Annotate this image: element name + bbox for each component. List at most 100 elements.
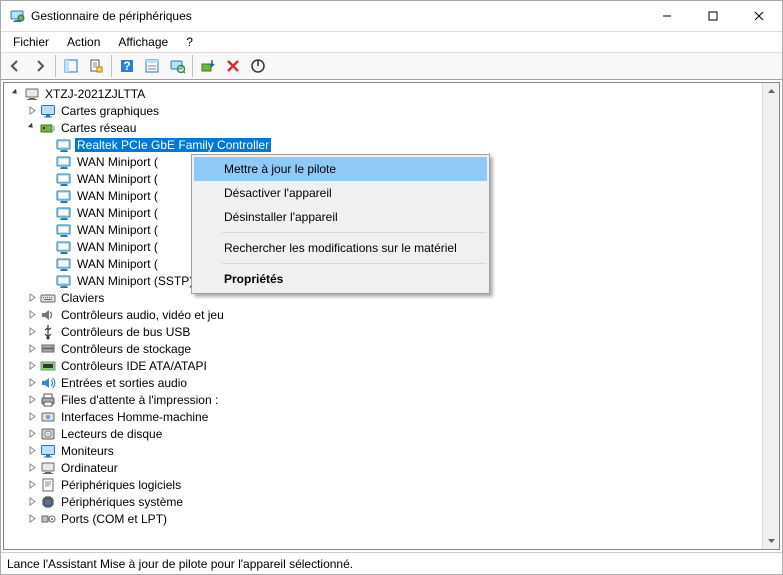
expander-closed-icon[interactable]: [24, 103, 40, 119]
menu-view[interactable]: Affichage: [110, 34, 176, 50]
close-button[interactable]: [736, 1, 782, 31]
software-device-icon: [40, 477, 56, 493]
vertical-scrollbar[interactable]: [762, 83, 779, 549]
toolbar: ?: [1, 52, 782, 80]
ctx-update-driver[interactable]: Mettre à jour le pilote: [194, 157, 487, 181]
ctx-item-label: Désactiver l'appareil: [224, 186, 332, 200]
tree-category-software-devices[interactable]: Périphériques logiciels: [4, 476, 762, 493]
window: Gestionnaire de périphériques Fichier Ac…: [0, 0, 783, 575]
properties-button[interactable]: [84, 54, 108, 78]
tree-device-realtek[interactable]: Realtek PCIe GbE Family Controller: [4, 136, 762, 153]
expander-open-icon[interactable]: [8, 86, 24, 102]
ctx-uninstall-device[interactable]: Désinstaller l'appareil: [194, 205, 487, 229]
expander-closed-icon[interactable]: [24, 494, 40, 510]
tree-category-network[interactable]: Cartes réseau: [4, 119, 762, 136]
tree-label: WAN Miniport (: [75, 223, 160, 237]
tree-label: WAN Miniport (: [75, 172, 160, 186]
tree-category-monitors[interactable]: Moniteurs: [4, 442, 762, 459]
titlebar: Gestionnaire de périphériques: [1, 1, 782, 32]
nic-icon: [56, 222, 72, 238]
tree-label: WAN Miniport (: [75, 240, 160, 254]
ctx-disable-device[interactable]: Désactiver l'appareil: [194, 181, 487, 205]
svg-text:?: ?: [123, 59, 130, 73]
menu-file[interactable]: Fichier: [5, 34, 57, 50]
expander-closed-icon[interactable]: [24, 443, 40, 459]
uninstall-device-button[interactable]: [221, 54, 245, 78]
scroll-up-icon[interactable]: [763, 83, 780, 100]
tree-label: Moniteurs: [59, 444, 116, 458]
expander-closed-icon[interactable]: [24, 307, 40, 323]
menu-action[interactable]: Action: [59, 34, 108, 50]
tree-label: Claviers: [59, 291, 106, 305]
device-tree[interactable]: XTZJ-2021ZJLTTA Cartes graphiques Cartes…: [4, 83, 762, 549]
expander-closed-icon[interactable]: [24, 375, 40, 391]
nic-icon: [56, 273, 72, 289]
scan-hardware-button[interactable]: [165, 54, 189, 78]
tree-category-graphics[interactable]: Cartes graphiques: [4, 102, 762, 119]
nic-icon: [56, 171, 72, 187]
tree-label: Contrôleurs de stockage: [59, 342, 193, 356]
nic-icon: [56, 188, 72, 204]
expander-closed-icon[interactable]: [24, 392, 40, 408]
ide-icon: [40, 358, 56, 374]
expander-closed-icon[interactable]: [24, 290, 40, 306]
ctx-properties[interactable]: Propriétés: [194, 267, 487, 291]
monitor-icon: [40, 443, 56, 459]
forward-button[interactable]: [28, 54, 52, 78]
scroll-down-icon[interactable]: [763, 532, 780, 549]
keyboard-icon: [40, 290, 56, 306]
context-menu: Mettre à jour le pilote Désactiver l'app…: [191, 154, 490, 294]
storage-icon: [40, 341, 56, 357]
tree-label: Files d'attente à l'impression :: [59, 393, 220, 407]
tree-label: Interfaces Homme-machine: [59, 410, 210, 424]
tree-category-usb[interactable]: Contrôleurs de bus USB: [4, 323, 762, 340]
expander-closed-icon[interactable]: [24, 511, 40, 527]
update-driver-button[interactable]: [196, 54, 220, 78]
expander-closed-icon[interactable]: [24, 460, 40, 476]
expander-closed-icon[interactable]: [24, 409, 40, 425]
back-button[interactable]: [3, 54, 27, 78]
tree-category-storage[interactable]: Contrôleurs de stockage: [4, 340, 762, 357]
maximize-button[interactable]: [690, 1, 736, 31]
expander-closed-icon[interactable]: [24, 341, 40, 357]
tree-label: WAN Miniport (: [75, 155, 160, 169]
tree-category-system-devices[interactable]: Périphériques système: [4, 493, 762, 510]
tree-category-audio-io[interactable]: Entrées et sorties audio: [4, 374, 762, 391]
ctx-item-label: Désinstaller l'appareil: [224, 210, 338, 224]
nic-icon: [56, 205, 72, 221]
menu-help[interactable]: ?: [178, 34, 201, 50]
ctx-scan-hardware[interactable]: Rechercher les modifications sur le maté…: [194, 236, 487, 260]
tree-category-disk-drives[interactable]: Lecteurs de disque: [4, 425, 762, 442]
window-title: Gestionnaire de périphériques: [31, 9, 192, 23]
expander-closed-icon[interactable]: [24, 477, 40, 493]
tree-category-audio-video-game[interactable]: Contrôleurs audio, vidéo et jeu: [4, 306, 762, 323]
tree-root-label: XTZJ-2021ZJLTTA: [43, 87, 147, 101]
disable-device-button[interactable]: [246, 54, 270, 78]
tree-category-print-queues[interactable]: Files d'attente à l'impression :: [4, 391, 762, 408]
nic-icon: [56, 137, 72, 153]
port-icon: [40, 511, 56, 527]
tree-label: Périphériques système: [59, 495, 185, 509]
expander-closed-icon[interactable]: [24, 358, 40, 374]
expander-closed-icon[interactable]: [24, 324, 40, 340]
chip-icon: [40, 494, 56, 510]
tree-root[interactable]: XTZJ-2021ZJLTTA: [4, 85, 762, 102]
expander-open-icon[interactable]: [24, 120, 40, 136]
tree-label: WAN Miniport (: [75, 206, 160, 220]
show-hide-console-tree-button[interactable]: [59, 54, 83, 78]
help-button[interactable]: ?: [115, 54, 139, 78]
menubar: Fichier Action Affichage ?: [1, 32, 782, 52]
tree-category-hid[interactable]: Interfaces Homme-machine: [4, 408, 762, 425]
tree-category-computer[interactable]: Ordinateur: [4, 459, 762, 476]
ctx-item-label: Rechercher les modifications sur le maté…: [224, 241, 457, 255]
nic-icon: [56, 239, 72, 255]
tree-area: XTZJ-2021ZJLTTA Cartes graphiques Cartes…: [3, 82, 780, 550]
tree-category-ports[interactable]: Ports (COM et LPT): [4, 510, 762, 527]
options-button[interactable]: [140, 54, 164, 78]
display-adapter-icon: [40, 103, 56, 119]
minimize-button[interactable]: [644, 1, 690, 31]
tree-category-ide[interactable]: Contrôleurs IDE ATA/ATAPI: [4, 357, 762, 374]
expander-closed-icon[interactable]: [24, 426, 40, 442]
printer-icon: [40, 392, 56, 408]
ctx-item-label: Propriétés: [224, 272, 283, 286]
